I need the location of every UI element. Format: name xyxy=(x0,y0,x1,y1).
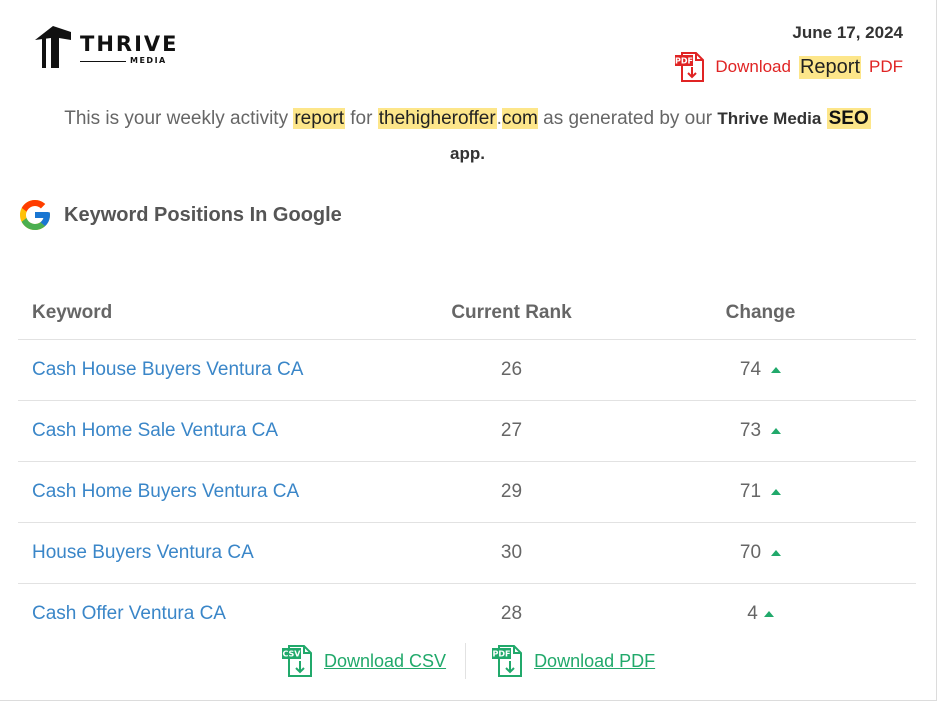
keyword-positions-heading: Keyword Positions In Google xyxy=(17,197,342,233)
table-row: Cash Home Buyers Ventura CA 29 71 xyxy=(18,462,916,523)
keyword-link[interactable]: Cash House Buyers Ventura CA xyxy=(32,359,303,380)
table-row: Cash Home Sale Ventura CA 27 73 xyxy=(18,401,916,462)
rank-value: 30 xyxy=(500,542,523,563)
intro-domain-tld-highlight: com xyxy=(501,108,538,129)
change-value: 71 xyxy=(739,481,762,502)
keyword-link[interactable]: Cash Offer Ventura CA xyxy=(32,603,226,624)
section-title: Keyword Positions In Google xyxy=(64,203,342,226)
rank-value: 27 xyxy=(500,420,523,441)
thrive-logo-mark-icon xyxy=(35,26,71,68)
change-value: 70 xyxy=(739,542,762,563)
report-date: June 17, 2024 xyxy=(792,23,903,42)
downloads-divider xyxy=(465,643,467,679)
intro-company: Thrive Media xyxy=(717,109,822,128)
table-row: Cash House Buyers Ventura CA 26 74 xyxy=(18,340,916,401)
arrow-up-icon xyxy=(771,489,782,495)
arrow-up-icon xyxy=(771,367,782,373)
header-change: Change xyxy=(725,302,796,323)
csv-file-icon: CSV xyxy=(282,645,312,677)
keyword-link[interactable]: House Buyers Ventura CA xyxy=(32,542,254,563)
intro-text: as generated by our xyxy=(543,108,713,129)
header-current-rank: Current Rank xyxy=(451,302,572,323)
download-report-suffix: PDF xyxy=(869,57,903,76)
download-csv-label: Download CSV xyxy=(324,650,447,671)
svg-text:PDF: PDF xyxy=(493,650,511,659)
rank-value: 29 xyxy=(500,481,523,502)
change-value: 74 xyxy=(739,359,762,380)
arrow-up-icon xyxy=(771,550,782,556)
svg-text:PDF: PDF xyxy=(675,57,693,66)
logo-sub-text: MEDIA xyxy=(130,56,167,65)
keyword-link[interactable]: Cash Home Sale Ventura CA xyxy=(32,420,278,441)
logo-rule xyxy=(80,61,126,62)
download-pdf-link[interactable]: PDF Download PDF xyxy=(490,643,655,679)
svg-text:CSV: CSV xyxy=(283,650,302,659)
table-row: Cash Offer Ventura CA 28 4 xyxy=(18,584,916,644)
table-header: Keyword Current Rank Change xyxy=(18,287,916,340)
intro-text: for xyxy=(350,108,373,129)
intro-seo: SEO xyxy=(826,108,871,129)
change-value: 73 xyxy=(739,420,762,441)
pdf-file-icon: PDF xyxy=(492,645,523,677)
download-report-prefix: Download xyxy=(715,57,791,76)
intro-paragraph: This is your weekly activity report for … xyxy=(20,101,915,171)
rank-value: 28 xyxy=(500,603,523,624)
thrive-media-logo: THRIVE MEDIA xyxy=(33,22,183,72)
intro-app: app. xyxy=(450,144,485,163)
intro-highlight-report: report xyxy=(293,108,345,129)
intro-text: This is your weekly activity xyxy=(64,108,289,129)
arrow-up-icon xyxy=(771,428,782,434)
rank-value: 26 xyxy=(500,359,523,380)
keyword-link[interactable]: Cash Home Buyers Ventura CA xyxy=(32,481,299,502)
logo-brand-text: THRIVE xyxy=(80,32,179,56)
pdf-file-icon: PDF xyxy=(675,52,705,82)
download-report-highlight: Report xyxy=(798,55,861,79)
google-g-icon xyxy=(20,200,50,230)
change-value: 4 xyxy=(747,603,758,624)
header-keyword: Keyword xyxy=(32,302,113,323)
download-csv-link[interactable]: CSV Download CSV xyxy=(280,643,446,679)
arrow-up-icon xyxy=(763,611,774,617)
intro-domain: thehigheroffer xyxy=(377,108,497,129)
table-row: House Buyers Ventura CA 30 70 xyxy=(18,523,916,584)
downloads-bar: CSV Download CSV PDF Download PDF xyxy=(280,643,655,679)
download-pdf-label: Download PDF xyxy=(534,650,656,671)
keyword-table: Keyword Current Rank Change Cash House B… xyxy=(18,287,916,644)
download-report-pdf-link[interactable]: PDF Download Report PDF xyxy=(673,50,903,84)
